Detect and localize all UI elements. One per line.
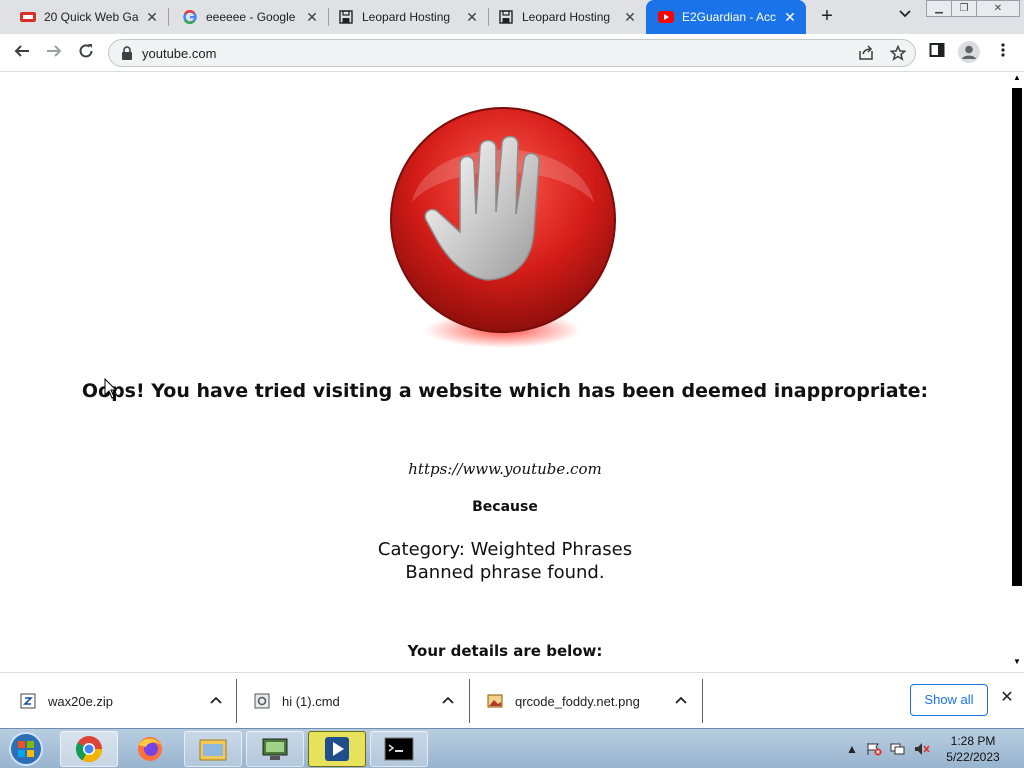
system-tray: ▲ 1:28 PM 5/22/2023 xyxy=(840,729,1024,769)
tab-e2guardian[interactable]: E2Guardian - Acc ✕ xyxy=(646,0,806,34)
red-game-favicon-icon xyxy=(20,9,36,25)
chevron-up-icon[interactable] xyxy=(675,693,687,707)
firefox-icon[interactable] xyxy=(122,731,178,767)
floppy-favicon-icon xyxy=(498,9,514,25)
tab-title: Leopard Hosting xyxy=(362,10,451,24)
close-downloads-icon[interactable]: ✕ xyxy=(998,689,1016,707)
forward-arrow-icon[interactable] xyxy=(42,42,66,64)
tab-leopard-hosting-2[interactable]: Leopard Hosting ✕ xyxy=(478,0,646,34)
details-heading: Your details are below: xyxy=(407,642,603,660)
download-filename: qrcode_foddy.net.png xyxy=(515,693,640,709)
profile-avatar-icon[interactable] xyxy=(958,41,980,63)
google-favicon-icon xyxy=(182,9,198,25)
clock-time: 1:28 PM xyxy=(950,734,996,748)
because-label: Because xyxy=(472,499,538,515)
tab-close-icon[interactable]: ✕ xyxy=(144,9,160,25)
taskbar: ▲ 1:28 PM 5/22/2023 xyxy=(0,728,1024,768)
new-tab-button[interactable]: + xyxy=(816,5,838,27)
tab-quick-web-games[interactable]: 20 Quick Web Ga ✕ xyxy=(0,0,169,34)
downloads-bar: wax20e.zip hi (1).cmd qrcode_foddy.net.p… xyxy=(0,672,1024,728)
tab-strip: 20 Quick Web Ga ✕ eeeeee - Google ✕ Leop… xyxy=(0,0,1024,34)
page-content: Oops! You have tried visiting a website … xyxy=(0,72,1010,672)
bookmark-star-icon[interactable] xyxy=(889,44,907,63)
tab-title: eeeeee - Google xyxy=(206,10,296,24)
show-all-button[interactable]: Show all xyxy=(910,684,988,716)
scroll-down-arrow-icon[interactable]: ▼ xyxy=(1013,658,1021,666)
show-hidden-icons-icon[interactable]: ▲ xyxy=(844,742,860,756)
back-arrow-icon[interactable] xyxy=(10,42,34,64)
browser-toolbar: youtube.com xyxy=(0,34,1024,72)
more-menu-icon[interactable] xyxy=(992,42,1014,64)
download-item[interactable]: hi (1).cmd xyxy=(254,679,468,723)
taskbar-clock[interactable]: 1:28 PM 5/22/2023 xyxy=(940,733,1006,765)
blocked-url: https://www.youtube.com xyxy=(408,460,602,478)
start-button-icon[interactable] xyxy=(6,731,46,767)
download-separator xyxy=(469,679,470,723)
restore-button[interactable]: ❐ xyxy=(951,0,977,17)
tab-title: 20 Quick Web Ga xyxy=(44,10,139,24)
network-status-icon[interactable] xyxy=(890,742,906,756)
category-line: Category: Weighted Phrases xyxy=(377,539,633,560)
share-icon[interactable] xyxy=(857,45,875,63)
stop-hand-icon xyxy=(388,102,618,352)
tab-title: E2Guardian - Acc xyxy=(682,10,777,24)
minimize-button[interactable]: ▁ xyxy=(926,0,952,17)
address-text[interactable]: youtube.com xyxy=(142,46,216,61)
zip-file-icon xyxy=(20,693,36,709)
scroll-up-arrow-icon[interactable]: ▲ xyxy=(1013,74,1021,82)
tab-close-icon[interactable]: ✕ xyxy=(782,9,798,25)
tab-leopard-hosting-1[interactable]: Leopard Hosting ✕ xyxy=(318,0,489,34)
download-item[interactable]: qrcode_foddy.net.png xyxy=(487,679,701,723)
tab-title: Leopard Hosting xyxy=(522,10,611,24)
download-item[interactable]: wax20e.zip xyxy=(20,679,236,723)
tab-google-search[interactable]: eeeeee - Google ✕ xyxy=(162,0,329,34)
scroll-thumb[interactable] xyxy=(1012,88,1022,586)
cmd-terminal-icon[interactable] xyxy=(370,731,428,767)
media-player-icon[interactable] xyxy=(308,731,366,767)
explorer-icon[interactable] xyxy=(184,731,242,767)
image-file-icon xyxy=(487,693,503,709)
window-controls: ▁ ❐ ✕ xyxy=(926,0,1020,18)
window-close-button[interactable]: ✕ xyxy=(976,0,1020,17)
page-title: Oops! You have tried visiting a website … xyxy=(81,380,929,402)
youtube-favicon-icon xyxy=(658,9,674,25)
download-separator xyxy=(236,679,237,723)
block-reason: Category: Weighted Phrases Banned phrase… xyxy=(0,538,1010,584)
reason-line: Banned phrase found. xyxy=(405,562,605,583)
clock-date: 5/22/2023 xyxy=(946,750,1000,764)
mouse-pointer-icon xyxy=(104,377,118,400)
reload-icon[interactable] xyxy=(74,42,98,64)
action-center-flag-icon[interactable] xyxy=(866,742,882,756)
chevron-up-icon[interactable] xyxy=(210,693,222,707)
download-filename: hi (1).cmd xyxy=(282,693,340,709)
chevron-up-icon[interactable] xyxy=(442,693,454,707)
tab-close-icon[interactable]: ✕ xyxy=(622,9,638,25)
download-filename: wax20e.zip xyxy=(48,693,114,709)
address-bar[interactable]: youtube.com xyxy=(108,39,916,67)
tab-search-chevron-icon[interactable] xyxy=(896,7,914,25)
cmd-file-icon xyxy=(254,693,270,709)
page-scrollbar[interactable]: ▲ ▼ xyxy=(1010,72,1024,672)
volume-muted-icon[interactable] xyxy=(914,742,930,756)
network-app-icon[interactable] xyxy=(246,731,304,767)
floppy-favicon-icon xyxy=(338,9,354,25)
lock-icon[interactable] xyxy=(121,46,133,60)
chrome-icon[interactable] xyxy=(60,731,118,767)
side-panel-icon[interactable] xyxy=(926,42,948,64)
download-separator xyxy=(702,679,703,723)
